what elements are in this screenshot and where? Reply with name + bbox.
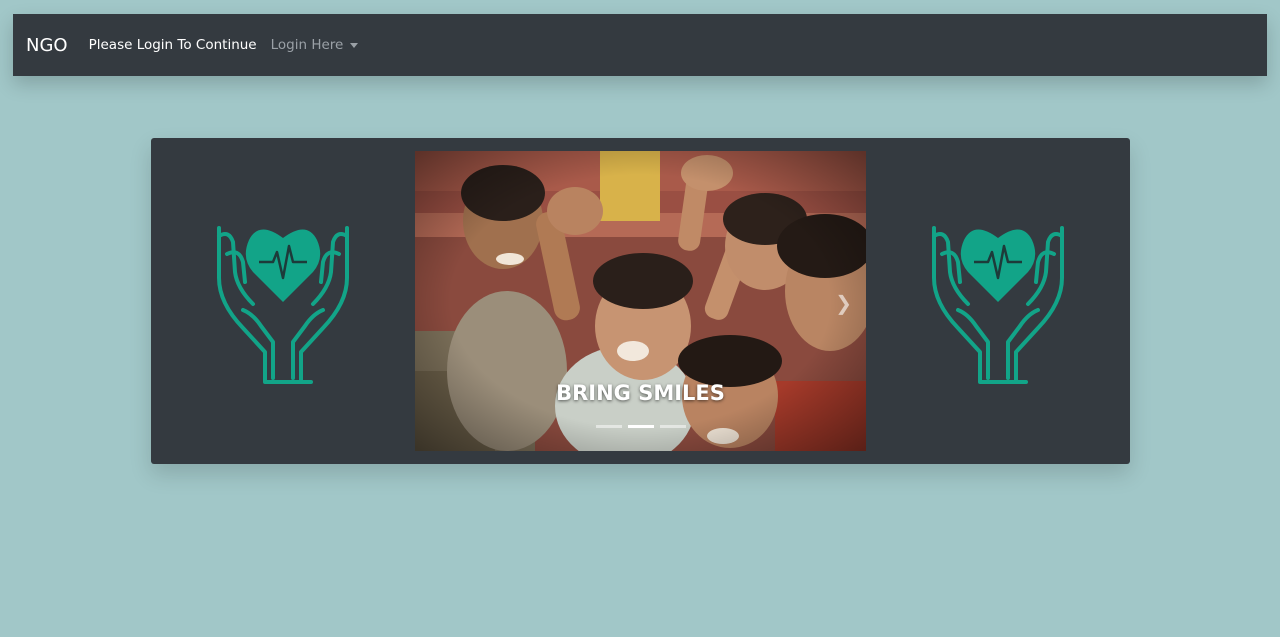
carousel-caption: BRING SMILES <box>556 381 725 405</box>
chevron-right-icon[interactable]: ❯ <box>835 291 852 315</box>
carousel-indicator[interactable] <box>627 425 654 428</box>
caret-down-icon[interactable] <box>350 42 359 48</box>
hands-heart-pulse-icon <box>932 226 1064 384</box>
top-navbar: NGO Please Login To Continue Login Here <box>13 14 1267 76</box>
children-smiling-photo <box>415 151 866 451</box>
image-carousel[interactable]: BRING SMILES ❯ <box>415 151 866 451</box>
hands-heart-pulse-icon <box>217 226 349 384</box>
carousel-indicators <box>415 425 866 428</box>
login-dropdown[interactable]: Login Here <box>271 37 359 53</box>
hero-panel: BRING SMILES ❯ <box>151 138 1130 464</box>
navbar-brand[interactable]: NGO <box>26 35 68 56</box>
carousel-indicator[interactable] <box>659 425 686 428</box>
carousel-indicator[interactable] <box>595 425 622 428</box>
login-dropdown-label[interactable]: Login Here <box>271 37 344 53</box>
login-message: Please Login To Continue <box>88 37 257 53</box>
